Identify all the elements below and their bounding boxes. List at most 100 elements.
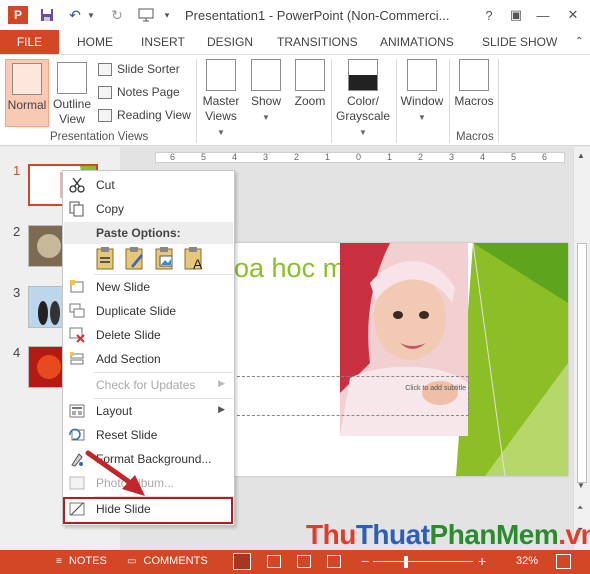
chevron-down-icon: ▼ xyxy=(217,128,225,137)
subtitle-placeholder[interactable]: Click to add subtitle xyxy=(232,376,469,416)
undo-icon[interactable]: ↶ xyxy=(66,6,84,24)
ruler-tick-label: 6 xyxy=(542,152,548,162)
slide-canvas[interactable]: oa hoc máy tính Click to add subtitle xyxy=(215,243,568,476)
ruler-tick-label: 5 xyxy=(201,152,207,162)
notes-page-button[interactable]: Notes Page xyxy=(98,85,180,99)
tab-slide-show[interactable]: SLIDE SHOW xyxy=(482,30,557,54)
color-grayscale-button[interactable]: Color/ Grayscale ▼ xyxy=(333,59,393,140)
ruler-tick-label: 4 xyxy=(480,152,486,162)
ruler-tick-label: 4 xyxy=(232,152,238,162)
menu-item-reset-slide[interactable]: Reset Slide xyxy=(63,423,234,447)
menu-item-hide-slide[interactable]: Hide Slide xyxy=(63,497,234,521)
paste-use-destination-theme-icon[interactable] xyxy=(94,246,118,272)
macros-button[interactable]: Macros xyxy=(453,59,495,109)
ribbon-display-options-button[interactable]: ▣ xyxy=(506,5,526,25)
zoom-level[interactable]: 32% xyxy=(516,555,538,567)
ruler-tick-label: 1 xyxy=(387,152,393,162)
master-views-button[interactable]: Master Views ▼ xyxy=(200,59,242,140)
menu-item-format-background[interactable]: Format Background... xyxy=(63,447,234,471)
ruler-tick-label: 2 xyxy=(418,152,424,162)
slide-sorter-icon xyxy=(98,62,112,76)
notes-button[interactable]: ≡ NOTES xyxy=(56,555,107,567)
ruler-tick-label: 2 xyxy=(294,152,300,162)
paste-picture-icon[interactable] xyxy=(153,246,177,272)
paste-keep-source-formatting-icon[interactable] xyxy=(123,246,147,272)
ruler-tick-label: 3 xyxy=(263,152,269,162)
slide-number: 2 xyxy=(13,224,21,239)
notes-icon: ≡ xyxy=(56,556,62,567)
collapse-ribbon-icon[interactable]: ⌃ xyxy=(575,30,583,54)
normal-view-status-icon[interactable] xyxy=(233,553,251,570)
chevron-down-icon: ▼ xyxy=(418,113,426,122)
outline-view-icon xyxy=(57,62,87,94)
ribbon-separator xyxy=(396,59,397,143)
normal-view-button[interactable]: Normal xyxy=(5,59,49,127)
save-icon[interactable] xyxy=(38,6,56,24)
ribbon-separator xyxy=(498,59,499,143)
outline-view-button[interactable]: Outline View xyxy=(52,59,92,127)
window-button[interactable]: Window ▼ xyxy=(399,59,445,125)
outline-label-line2: View xyxy=(59,112,85,126)
customize-quick-access-icon[interactable]: ▾ xyxy=(161,6,173,24)
ruler-tick-label: 1 xyxy=(325,152,331,162)
zoom-button[interactable]: Zoom xyxy=(292,59,328,109)
notes-page-icon xyxy=(98,85,112,99)
reading-view-status-icon[interactable] xyxy=(297,555,311,568)
previous-slide-icon[interactable]: ⏶ xyxy=(577,503,583,513)
copy-icon xyxy=(69,201,85,217)
menu-item-check-for-updates[interactable]: Check for Updates ▶ xyxy=(63,373,234,397)
redo-icon[interactable]: ↻ xyxy=(108,6,126,24)
slide-number: 3 xyxy=(13,285,21,300)
show-icon xyxy=(251,59,281,91)
slide-sorter-button[interactable]: Slide Sorter xyxy=(98,62,180,76)
reading-view-button[interactable]: Reading View xyxy=(98,108,191,122)
tab-design[interactable]: DESIGN xyxy=(207,30,253,54)
menu-item-duplicate-slide[interactable]: Duplicate Slide xyxy=(63,299,234,323)
slide-sorter-status-icon[interactable] xyxy=(267,555,281,568)
format-background-icon xyxy=(69,451,85,467)
ruler-tick-label: 5 xyxy=(511,152,517,162)
tab-file[interactable]: FILE xyxy=(0,30,59,54)
vertical-scrollbar[interactable]: ▲ ▼ ⏶ ⏷ xyxy=(573,147,590,550)
close-button[interactable]: ✕ xyxy=(563,5,583,25)
paste-keep-text-only-icon[interactable]: A xyxy=(182,246,206,272)
tab-insert[interactable]: INSERT xyxy=(141,30,185,54)
menu-item-add-section[interactable]: Add Section xyxy=(63,347,234,371)
reset-slide-icon xyxy=(69,427,85,443)
layout-icon xyxy=(69,403,85,419)
menu-item-new-slide[interactable]: New Slide xyxy=(63,275,234,299)
tab-animations[interactable]: ANIMATIONS xyxy=(380,30,454,54)
menu-item-copy[interactable]: Copy xyxy=(63,197,234,221)
show-button[interactable]: Show ▼ xyxy=(247,59,285,125)
tab-home[interactable]: HOME xyxy=(77,30,113,54)
menu-item-photo-album[interactable]: Photo Album... xyxy=(63,471,234,495)
menu-item-layout[interactable]: Layout ▶ xyxy=(63,399,234,423)
zoom-slider-track[interactable] xyxy=(373,561,473,562)
macros-icon xyxy=(459,59,489,91)
comments-button[interactable]: ▭ COMMENTS xyxy=(127,555,208,567)
zoom-slider-thumb[interactable] xyxy=(404,556,408,568)
scissors-icon xyxy=(69,177,85,193)
ribbon: Normal Outline View Slide Sorter Notes P… xyxy=(0,54,590,146)
scroll-up-icon[interactable]: ▲ xyxy=(577,151,585,160)
zoom-out-button[interactable]: − xyxy=(361,553,369,569)
menu-item-delete-slide[interactable]: Delete Slide xyxy=(63,323,234,347)
color-grayscale-icon xyxy=(348,59,378,91)
photo-album-icon xyxy=(69,475,85,491)
slide-show-status-icon[interactable] xyxy=(327,555,341,568)
add-section-icon xyxy=(69,351,85,367)
zoom-in-button[interactable]: + xyxy=(478,553,486,569)
ribbon-separator xyxy=(449,59,450,143)
scroll-down-icon[interactable]: ▼ xyxy=(577,481,585,490)
help-button[interactable]: ? xyxy=(479,5,499,25)
fit-to-window-icon[interactable] xyxy=(556,554,571,569)
scroll-thumb[interactable] xyxy=(577,243,587,483)
presenter-icon[interactable] xyxy=(137,6,155,24)
ruler-tick-label: 6 xyxy=(170,152,176,162)
minimize-button[interactable]: — xyxy=(533,5,553,25)
tab-transitions[interactable]: TRANSITIONS xyxy=(277,30,358,54)
status-bar: ≡ NOTES ▭ COMMENTS − + 32% xyxy=(0,550,590,574)
menu-item-cut[interactable]: Cut xyxy=(63,173,234,197)
slide-number: 4 xyxy=(13,345,21,360)
undo-dropdown-icon[interactable]: ▼ xyxy=(86,6,96,24)
